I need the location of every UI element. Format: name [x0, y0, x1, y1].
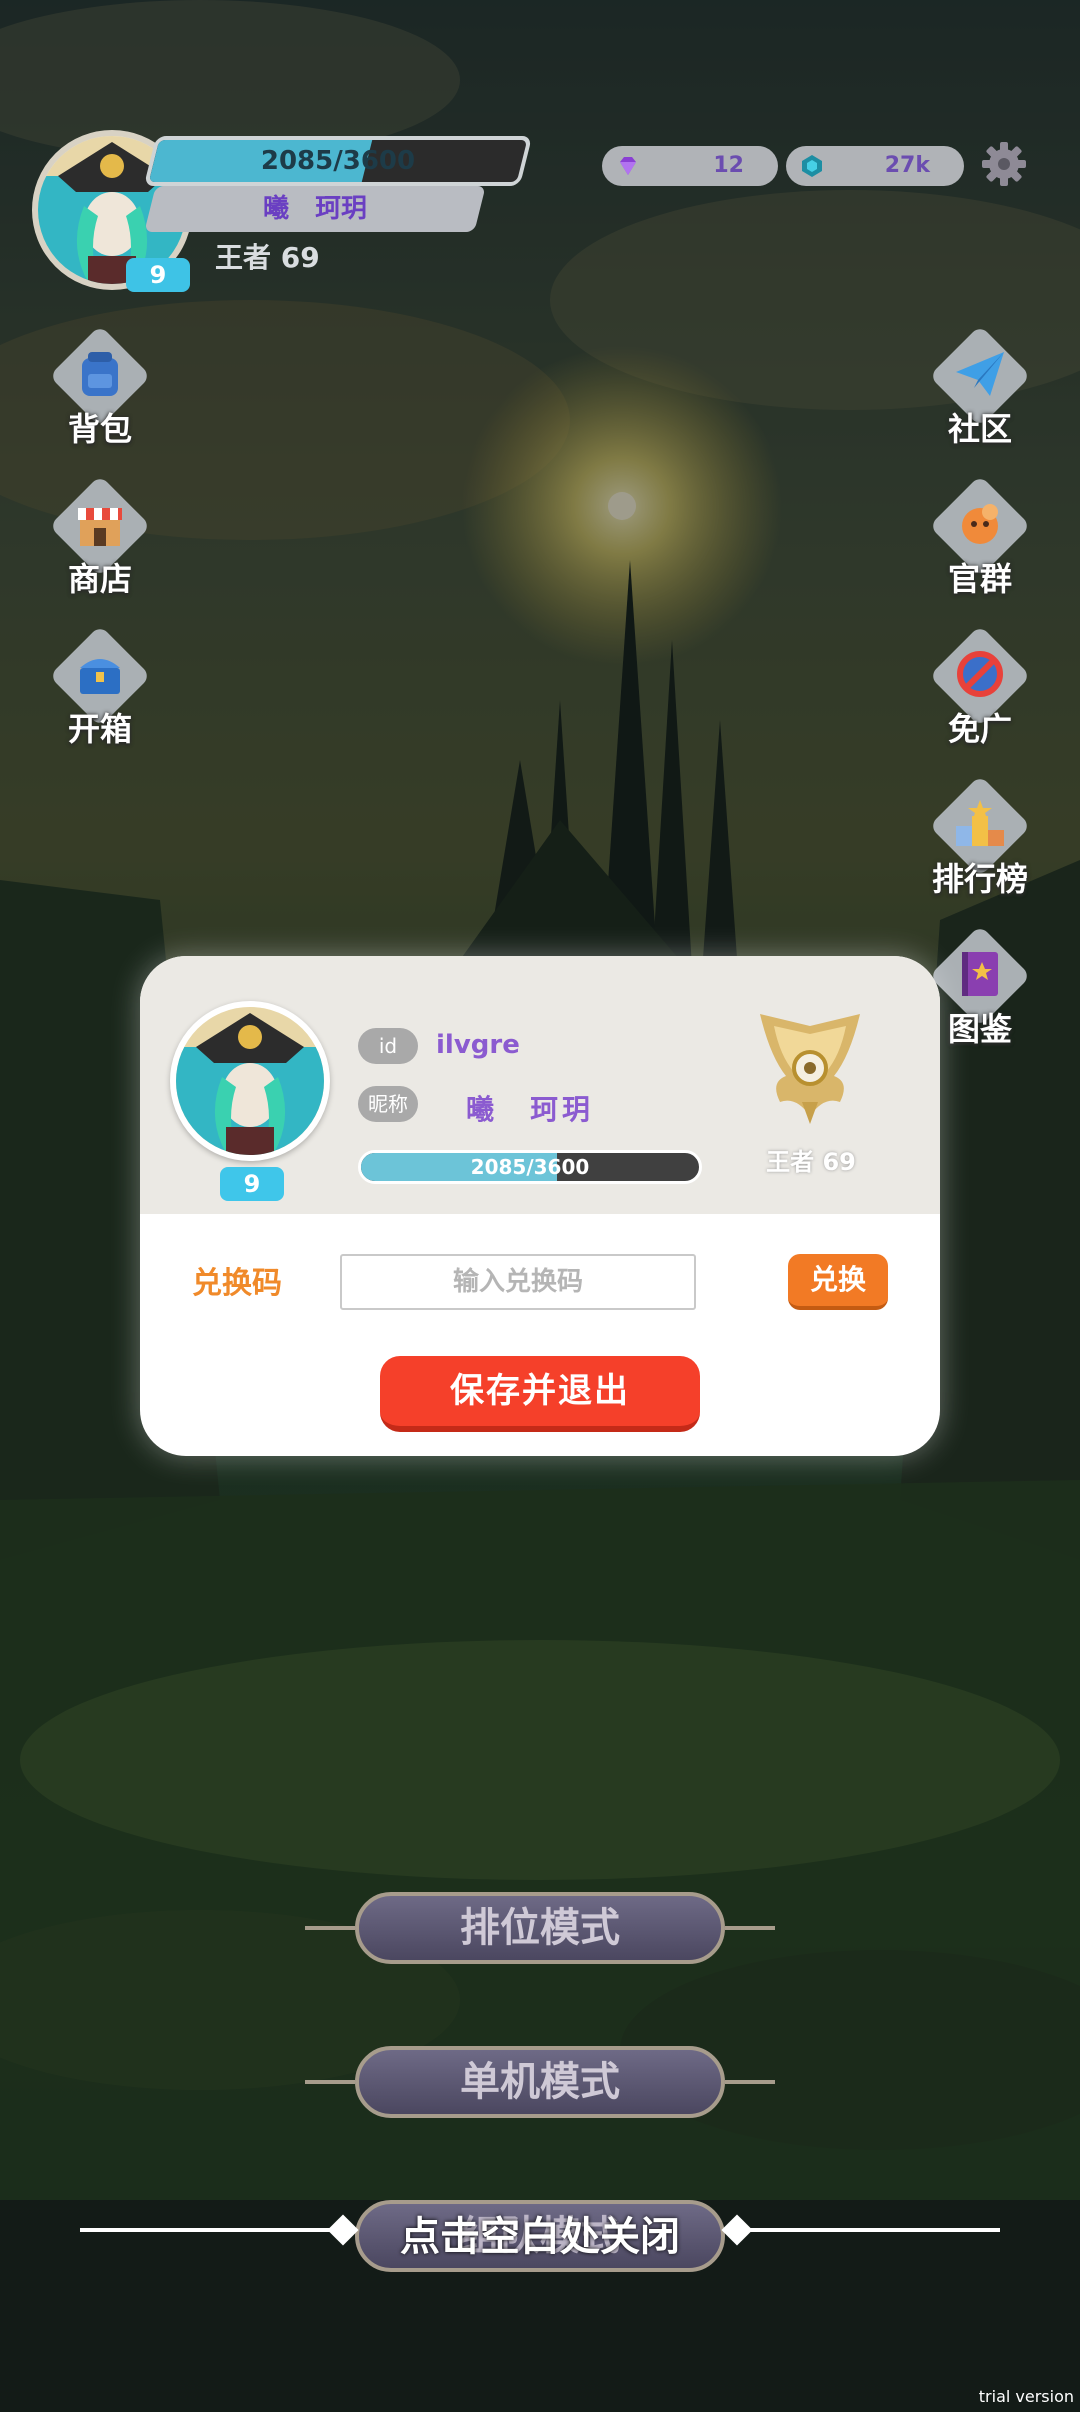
- player-level-badge: 9: [126, 258, 190, 292]
- profile-xp-text: 2085/3600: [470, 1155, 590, 1179]
- group-chat-icon: [962, 504, 998, 544]
- menu-label: 免广: [947, 710, 1012, 748]
- gem-value: 12: [713, 153, 744, 178]
- redeem-button[interactable]: 兑换: [788, 1254, 888, 1310]
- gem-icon: [620, 157, 636, 175]
- paper-plane-icon: [956, 352, 1004, 396]
- menu-chest[interactable]: 开箱: [40, 625, 160, 750]
- mode-wing-left: [305, 1926, 355, 1930]
- menu-label: 背包: [67, 410, 132, 448]
- nickname-value[interactable]: 曦 珂玥: [466, 1088, 594, 1128]
- crystal-counter[interactable]: 27k: [786, 146, 964, 186]
- menu-label: 官群: [947, 560, 1012, 598]
- menu-label: 排行榜: [931, 860, 1028, 898]
- close-hint-text[interactable]: 点击空白处关闭: [360, 2204, 720, 2262]
- watermark-text: trial version: [978, 2387, 1074, 2406]
- crystal-value: 27k: [884, 153, 930, 178]
- hint-line-right: [738, 2228, 1000, 2232]
- menu-official-group[interactable]: 官群: [920, 475, 1040, 600]
- redeem-code-label: 兑换码: [192, 1266, 282, 1301]
- leaderboard-icon: [956, 800, 1004, 846]
- hint-line-left: [80, 2228, 342, 2232]
- menu-backpack[interactable]: 背包: [40, 325, 160, 450]
- id-label-pill: id: [358, 1028, 418, 1064]
- menu-label: 社区: [947, 410, 1012, 448]
- player-nickname: 曦 珂玥: [262, 194, 367, 224]
- menu-label: 商店: [67, 560, 132, 598]
- profile-avatar[interactable]: [170, 1001, 330, 1161]
- menu-shop[interactable]: 商店: [40, 475, 160, 600]
- settings-gear-icon[interactable]: [980, 140, 1028, 188]
- save-and-exit-button[interactable]: 保存并退出: [380, 1356, 700, 1432]
- chest-icon: [80, 659, 120, 694]
- mode-wing-right: [725, 1926, 775, 1930]
- menu-no-ads[interactable]: 免广: [920, 625, 1040, 750]
- player-id-value: ilvgre: [436, 1030, 520, 1060]
- profile-level-badge: 9: [220, 1167, 284, 1201]
- nickname-label-pill: 昵称: [358, 1086, 418, 1122]
- xp-text: 2085/3600: [260, 146, 416, 176]
- profile-rank: 王者 69: [766, 1148, 856, 1176]
- rank-emblem-icon: [760, 1014, 860, 1124]
- shop-icon: [78, 508, 122, 546]
- profile-modal: 9 id ilvgre 昵称 曦 珂玥 2085/3600 王者 69 兑换码 …: [140, 956, 940, 1456]
- no-ads-icon: [957, 651, 1003, 697]
- mode-wing-right: [725, 2080, 775, 2084]
- menu-leaderboard[interactable]: 排行榜: [920, 775, 1040, 900]
- crystal-icon: [802, 155, 822, 177]
- ranked-mode-button[interactable]: 排位模式: [355, 1892, 725, 1964]
- menu-community[interactable]: 社区: [920, 325, 1040, 450]
- backpack-icon: [82, 352, 118, 396]
- menu-label: 开箱: [67, 710, 132, 748]
- gem-counter[interactable]: 12: [602, 146, 778, 186]
- single-player-mode-button[interactable]: 单机模式: [355, 2046, 725, 2118]
- redeem-code-input[interactable]: [340, 1254, 696, 1310]
- player-rank: 王者 69: [215, 241, 320, 274]
- mode-wing-left: [305, 2080, 355, 2084]
- book-icon: [962, 952, 998, 996]
